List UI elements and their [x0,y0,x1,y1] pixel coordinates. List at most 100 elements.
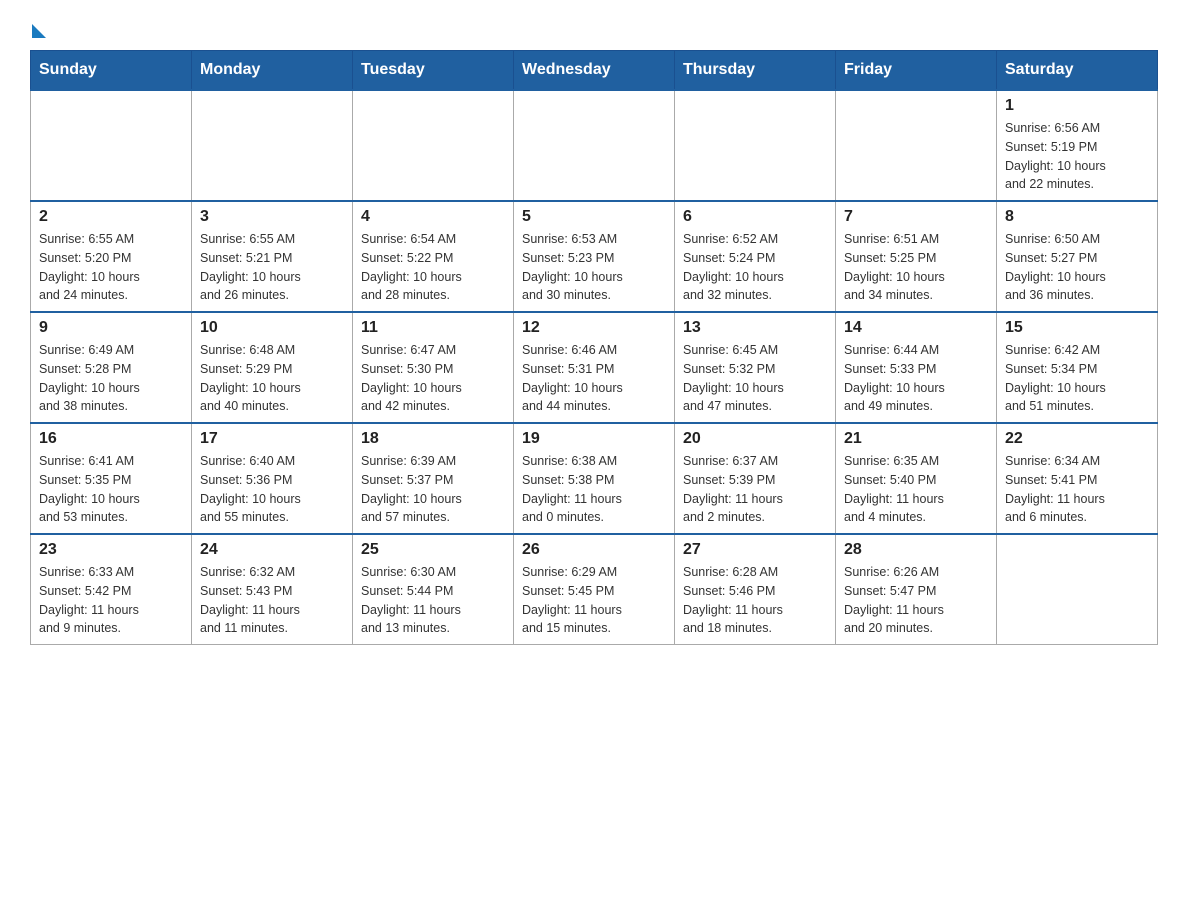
day-cell: 22 Sunrise: 6:34 AM Sunset: 5:41 PM Dayli… [997,423,1158,534]
day-cell: 5 Sunrise: 6:53 AM Sunset: 5:23 PM Daylig… [514,201,675,312]
day-number: 22 [1005,430,1149,448]
day-cell [31,90,192,201]
day-cell: 9 Sunrise: 6:49 AM Sunset: 5:28 PM Daylig… [31,312,192,423]
day-cell: 24 Sunrise: 6:32 AM Sunset: 5:43 PM Dayli… [192,534,353,645]
day-number: 17 [200,430,344,448]
day-info: Sunrise: 6:41 AM Sunset: 5:35 PM Dayligh… [39,452,183,527]
day-number: 4 [361,208,505,226]
header-saturday: Saturday [997,51,1158,91]
day-number: 19 [522,430,666,448]
day-number: 21 [844,430,988,448]
day-cell: 27 Sunrise: 6:28 AM Sunset: 5:46 PM Dayli… [675,534,836,645]
day-cell: 4 Sunrise: 6:54 AM Sunset: 5:22 PM Daylig… [353,201,514,312]
day-cell: 21 Sunrise: 6:35 AM Sunset: 5:40 PM Dayli… [836,423,997,534]
day-cell: 17 Sunrise: 6:40 AM Sunset: 5:36 PM Dayli… [192,423,353,534]
day-info: Sunrise: 6:55 AM Sunset: 5:20 PM Dayligh… [39,230,183,305]
day-cell [836,90,997,201]
day-number: 3 [200,208,344,226]
day-number: 9 [39,319,183,337]
day-number: 11 [361,319,505,337]
day-info: Sunrise: 6:28 AM Sunset: 5:46 PM Dayligh… [683,563,827,638]
logo-arrow-icon [32,24,46,38]
day-cell: 12Sunrise: 6:46 AM Sunset: 5:31 PM Dayli… [514,312,675,423]
day-info: Sunrise: 6:56 AM Sunset: 5:19 PM Dayligh… [1005,119,1149,194]
header-tuesday: Tuesday [353,51,514,91]
day-info: Sunrise: 6:42 AM Sunset: 5:34 PM Dayligh… [1005,341,1149,416]
day-cell: 14 Sunrise: 6:44 AM Sunset: 5:33 PM Dayli… [836,312,997,423]
day-info: Sunrise: 6:37 AM Sunset: 5:39 PM Dayligh… [683,452,827,527]
day-cell [353,90,514,201]
day-info: Sunrise: 6:26 AM Sunset: 5:47 PM Dayligh… [844,563,988,638]
day-number: 1 [1005,97,1149,115]
day-info: Sunrise: 6:33 AM Sunset: 5:42 PM Dayligh… [39,563,183,638]
week-row-3: 9 Sunrise: 6:49 AM Sunset: 5:28 PM Daylig… [31,312,1158,423]
day-number: 28 [844,541,988,559]
day-info: Sunrise: 6:30 AM Sunset: 5:44 PM Dayligh… [361,563,505,638]
day-number: 25 [361,541,505,559]
day-cell: 20Sunrise: 6:37 AM Sunset: 5:39 PM Dayli… [675,423,836,534]
calendar-header-row: SundayMondayTuesdayWednesdayThursdayFrid… [31,51,1158,91]
day-info: Sunrise: 6:32 AM Sunset: 5:43 PM Dayligh… [200,563,344,638]
day-info: Sunrise: 6:55 AM Sunset: 5:21 PM Dayligh… [200,230,344,305]
day-cell: 28 Sunrise: 6:26 AM Sunset: 5:47 PM Dayli… [836,534,997,645]
header-sunday: Sunday [31,51,192,91]
day-cell [514,90,675,201]
day-cell: 23 Sunrise: 6:33 AM Sunset: 5:42 PM Dayli… [31,534,192,645]
day-cell: 1 Sunrise: 6:56 AM Sunset: 5:19 PM Daylig… [997,90,1158,201]
day-number: 16 [39,430,183,448]
day-info: Sunrise: 6:53 AM Sunset: 5:23 PM Dayligh… [522,230,666,305]
header-friday: Friday [836,51,997,91]
day-info: Sunrise: 6:45 AM Sunset: 5:32 PM Dayligh… [683,341,827,416]
day-info: Sunrise: 6:50 AM Sunset: 5:27 PM Dayligh… [1005,230,1149,305]
day-info: Sunrise: 6:47 AM Sunset: 5:30 PM Dayligh… [361,341,505,416]
day-info: Sunrise: 6:51 AM Sunset: 5:25 PM Dayligh… [844,230,988,305]
day-cell [997,534,1158,645]
day-info: Sunrise: 6:48 AM Sunset: 5:29 PM Dayligh… [200,341,344,416]
day-number: 27 [683,541,827,559]
header-wednesday: Wednesday [514,51,675,91]
day-cell: 15 Sunrise: 6:42 AM Sunset: 5:34 PM Dayli… [997,312,1158,423]
day-cell: 10 Sunrise: 6:48 AM Sunset: 5:29 PM Dayli… [192,312,353,423]
day-cell: 25 Sunrise: 6:30 AM Sunset: 5:44 PM Dayli… [353,534,514,645]
day-cell: 26 Sunrise: 6:29 AM Sunset: 5:45 PM Dayli… [514,534,675,645]
day-cell: 6Sunrise: 6:52 AM Sunset: 5:24 PM Daylig… [675,201,836,312]
day-info: Sunrise: 6:40 AM Sunset: 5:36 PM Dayligh… [200,452,344,527]
day-cell: 19 Sunrise: 6:38 AM Sunset: 5:38 PM Dayli… [514,423,675,534]
day-number: 13 [683,319,827,337]
day-info: Sunrise: 6:54 AM Sunset: 5:22 PM Dayligh… [361,230,505,305]
day-cell: 3 Sunrise: 6:55 AM Sunset: 5:21 PM Daylig… [192,201,353,312]
page-header [30,20,1158,34]
day-info: Sunrise: 6:35 AM Sunset: 5:40 PM Dayligh… [844,452,988,527]
day-number: 8 [1005,208,1149,226]
header-thursday: Thursday [675,51,836,91]
day-cell [192,90,353,201]
day-number: 14 [844,319,988,337]
day-cell: 11 Sunrise: 6:47 AM Sunset: 5:30 PM Dayli… [353,312,514,423]
day-info: Sunrise: 6:49 AM Sunset: 5:28 PM Dayligh… [39,341,183,416]
week-row-4: 16 Sunrise: 6:41 AM Sunset: 5:35 PM Dayli… [31,423,1158,534]
day-number: 24 [200,541,344,559]
week-row-1: 1 Sunrise: 6:56 AM Sunset: 5:19 PM Daylig… [31,90,1158,201]
day-number: 18 [361,430,505,448]
day-cell: 18 Sunrise: 6:39 AM Sunset: 5:37 PM Dayli… [353,423,514,534]
day-info: Sunrise: 6:34 AM Sunset: 5:41 PM Dayligh… [1005,452,1149,527]
day-number: 26 [522,541,666,559]
day-cell: 8 Sunrise: 6:50 AM Sunset: 5:27 PM Daylig… [997,201,1158,312]
day-cell: 16 Sunrise: 6:41 AM Sunset: 5:35 PM Dayli… [31,423,192,534]
day-info: Sunrise: 6:44 AM Sunset: 5:33 PM Dayligh… [844,341,988,416]
week-row-5: 23 Sunrise: 6:33 AM Sunset: 5:42 PM Dayli… [31,534,1158,645]
day-info: Sunrise: 6:38 AM Sunset: 5:38 PM Dayligh… [522,452,666,527]
calendar-table: SundayMondayTuesdayWednesdayThursdayFrid… [30,50,1158,645]
week-row-2: 2 Sunrise: 6:55 AM Sunset: 5:20 PM Daylig… [31,201,1158,312]
day-info: Sunrise: 6:39 AM Sunset: 5:37 PM Dayligh… [361,452,505,527]
day-info: Sunrise: 6:52 AM Sunset: 5:24 PM Dayligh… [683,230,827,305]
day-number: 10 [200,319,344,337]
day-number: 15 [1005,319,1149,337]
day-number: 12 [522,319,666,337]
day-number: 2 [39,208,183,226]
day-number: 23 [39,541,183,559]
day-info: Sunrise: 6:29 AM Sunset: 5:45 PM Dayligh… [522,563,666,638]
header-monday: Monday [192,51,353,91]
day-cell: 7Sunrise: 6:51 AM Sunset: 5:25 PM Daylig… [836,201,997,312]
day-number: 5 [522,208,666,226]
